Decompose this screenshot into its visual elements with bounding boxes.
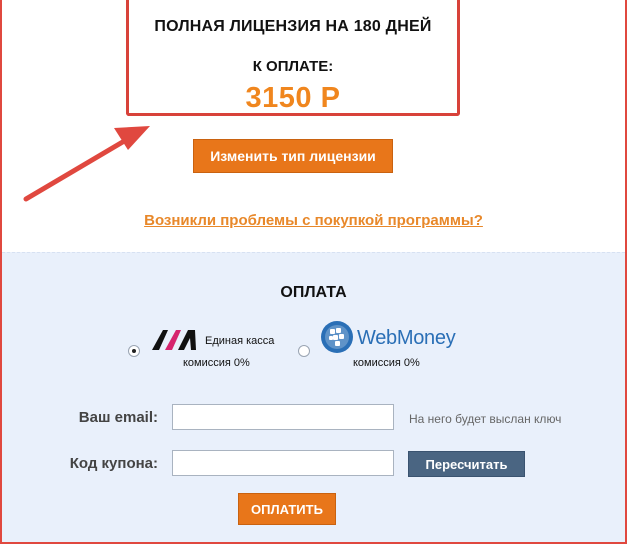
email-hint: На него будет выслан ключ <box>409 412 562 426</box>
payment-method-fee: комиссия 0% <box>353 357 420 369</box>
recalculate-button[interactable]: Пересчитать <box>408 451 525 477</box>
change-license-type-button[interactable]: Изменить тип лицензии <box>193 139 393 173</box>
coupon-field[interactable] <box>172 450 394 476</box>
purchase-problems-link[interactable]: Возникли проблемы с покупкой программы? <box>0 212 627 229</box>
payment-method-fee: комиссия 0% <box>183 357 250 369</box>
payment-radio-edinaya-kassa[interactable] <box>128 345 140 357</box>
pay-button[interactable]: ОПЛАТИТЬ <box>238 493 336 525</box>
email-field[interactable] <box>172 404 394 430</box>
payment-radio-webmoney[interactable] <box>298 345 310 357</box>
to-pay-label: К ОПЛАТЕ: <box>252 58 334 75</box>
coupon-label: Код купона: <box>69 455 158 472</box>
license-summary-box: ПОЛНАЯ ЛИЦЕНЗИЯ НА 180 ДНЕЙ К ОПЛАТЕ: 31… <box>126 0 460 116</box>
payment-method-name: WebMoney <box>357 327 456 349</box>
payment-method-name: Единая касса <box>205 335 275 347</box>
email-label: Ваш email: <box>78 409 158 426</box>
license-price: 3150 Р <box>245 82 341 114</box>
edinaya-kassa-logo-icon <box>152 330 196 350</box>
webmoney-globe-icon <box>321 321 353 353</box>
license-title: ПОЛНАЯ ЛИЦЕНЗИЯ НА 180 ДНЕЙ <box>154 18 432 35</box>
payment-title: ОПЛАТА <box>280 284 347 301</box>
